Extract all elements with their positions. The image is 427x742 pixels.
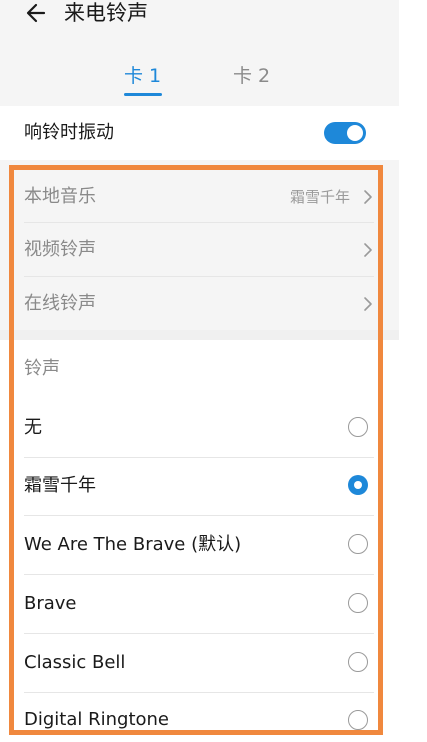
- tab-sim-1[interactable]: 卡 1: [124, 63, 161, 89]
- ringtone-label: Classic Bell: [24, 652, 126, 673]
- nav-item-value: 霜雪千年: [289, 188, 350, 206]
- page-title: 来电铃声: [64, 1, 148, 25]
- nav-item-online-ringtone[interactable]: 在线铃声: [24, 277, 374, 331]
- right-margin: [399, 0, 427, 742]
- radio-icon[interactable]: [348, 417, 368, 437]
- ringtone-item-none[interactable]: 无: [24, 400, 374, 458]
- vibrate-label: 响铃时振动: [24, 122, 114, 143]
- active-tab-indicator: [124, 93, 162, 96]
- vibrate-toggle[interactable]: [324, 122, 366, 144]
- radio-icon[interactable]: [348, 593, 368, 613]
- chevron-right-icon: [364, 190, 372, 204]
- radio-icon[interactable]: [348, 534, 368, 554]
- radio-icon[interactable]: [348, 652, 368, 672]
- ringtone-item[interactable]: Brave: [24, 576, 374, 634]
- nav-item-label: 视频铃声: [24, 239, 96, 260]
- ringtone-label: 无: [24, 417, 42, 438]
- section-spacer: [0, 330, 399, 340]
- ringtone-item-selected[interactable]: 霜雪千年: [24, 458, 374, 516]
- spacer: [0, 160, 399, 170]
- ringtone-label: Digital Ringtone: [24, 709, 169, 730]
- ringtone-item[interactable]: We Are The Brave (默认): [24, 517, 374, 575]
- ringtone-label: 霜雪千年: [24, 475, 96, 496]
- ringtone-item[interactable]: Digital Ringtone: [24, 684, 374, 732]
- radio-selected-icon[interactable]: [348, 475, 368, 495]
- radio-icon[interactable]: [348, 710, 368, 730]
- divider: [24, 633, 374, 634]
- nav-item-label: 本地音乐: [24, 186, 96, 207]
- divider: [24, 574, 374, 575]
- nav-item-local-music[interactable]: 本地音乐 霜雪千年: [24, 170, 374, 224]
- app-header: 来电铃声 卡 1 卡 2: [0, 0, 399, 106]
- vibrate-row[interactable]: 响铃时振动: [0, 106, 399, 160]
- chevron-right-icon: [364, 297, 372, 311]
- ringtone-label: Brave: [24, 593, 77, 614]
- ringtone-section-label: 铃声: [24, 358, 60, 379]
- toggle-knob: [347, 125, 363, 141]
- divider: [24, 515, 374, 516]
- tab-sim-2[interactable]: 卡 2: [233, 63, 270, 89]
- nav-item-video-ringtone[interactable]: 视频铃声: [24, 223, 374, 277]
- ringtone-label: We Are The Brave (默认): [24, 534, 242, 555]
- chevron-right-icon: [364, 243, 372, 257]
- back-arrow-icon[interactable]: [24, 0, 50, 26]
- nav-item-label: 在线铃声: [24, 293, 96, 314]
